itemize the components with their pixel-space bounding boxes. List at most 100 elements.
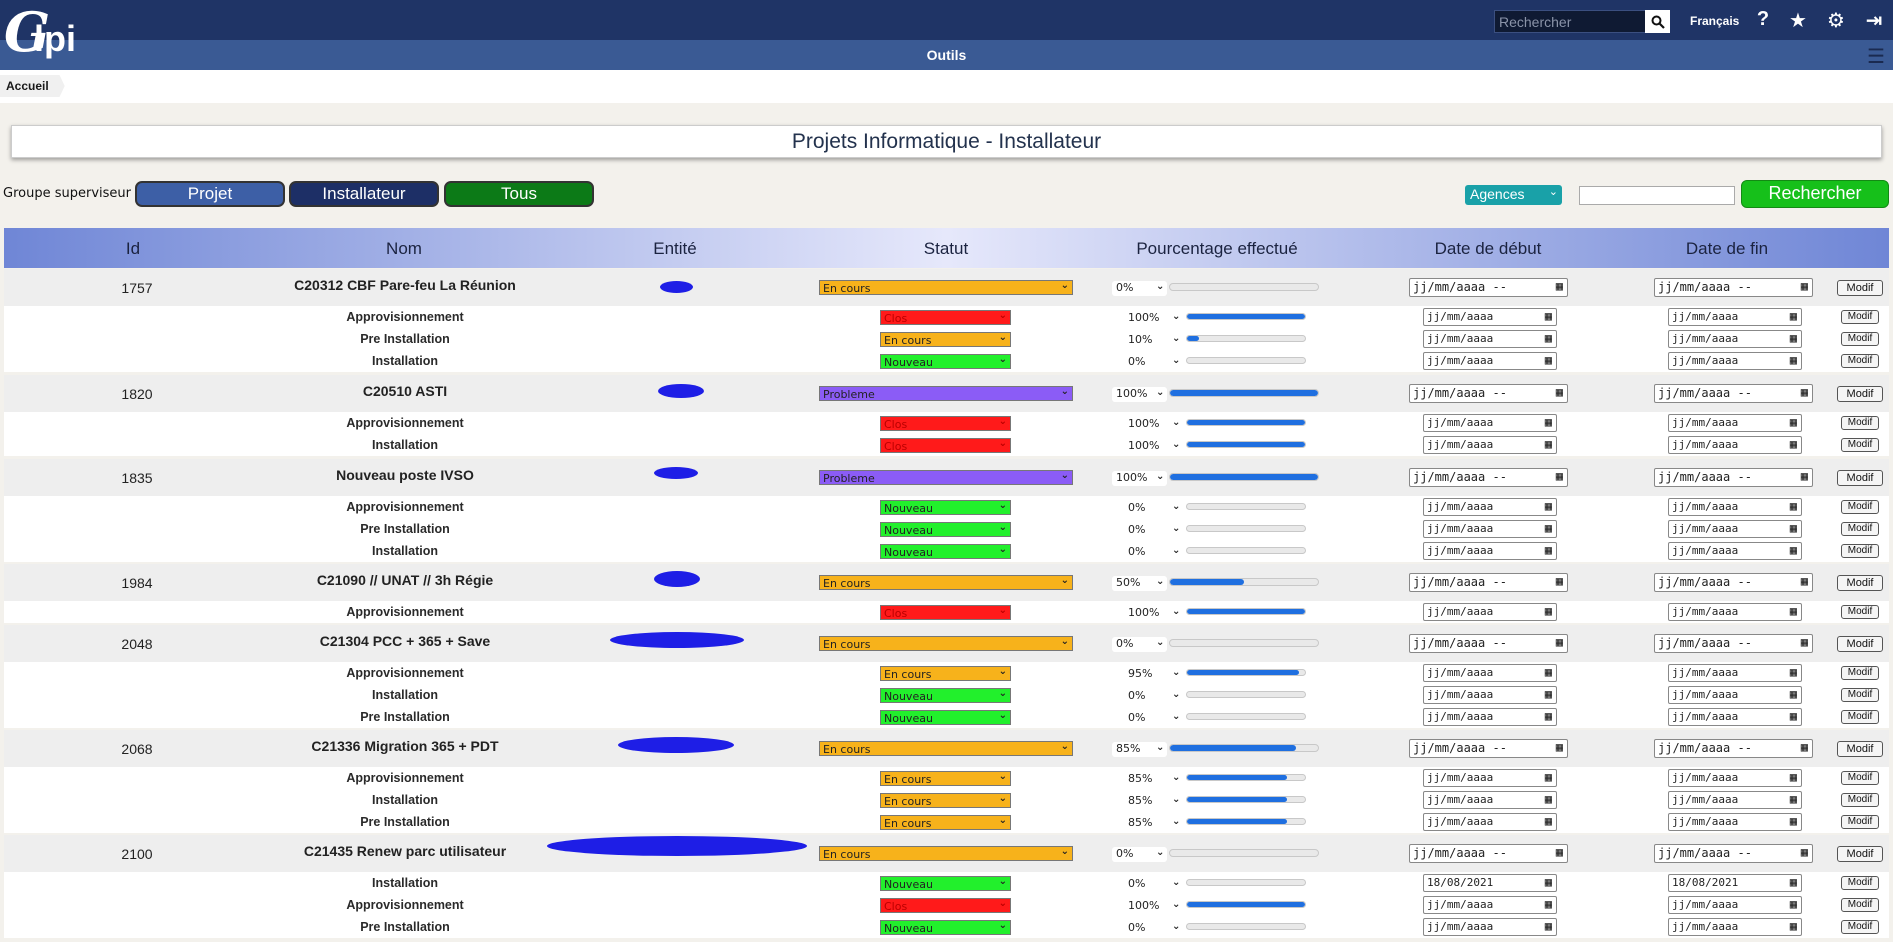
status-select[interactable]: Clos ⌄ — [880, 605, 1011, 620]
status-select[interactable]: Nouveau ⌄ — [880, 710, 1011, 725]
percent-select[interactable]: 100% ⌄ — [1128, 899, 1180, 912]
hamburger-icon[interactable]: ☰ — [1867, 44, 1885, 69]
calendar-icon[interactable]: ▦ — [1545, 665, 1552, 679]
percent-select[interactable]: 0% ⌄ — [1128, 545, 1180, 558]
calendar-icon[interactable]: ▦ — [1545, 897, 1552, 911]
calendar-icon[interactable]: ▦ — [1801, 635, 1808, 649]
date-debut-input[interactable]: 18/08/2021 ▦ — [1423, 874, 1557, 892]
rechercher-button[interactable]: Rechercher — [1741, 180, 1889, 208]
calendar-icon[interactable]: ▦ — [1790, 875, 1797, 889]
task-modif-button[interactable]: Modif — [1841, 876, 1879, 890]
status-select[interactable]: Nouveau ⌄ — [880, 920, 1011, 935]
date-debut-input[interactable]: jj/mm/aaaa ▦ — [1423, 896, 1557, 914]
date-fin-input[interactable]: jj/mm/aaaa ▦ — [1668, 708, 1802, 726]
date-debut-input[interactable]: jj/mm/aaaa -- ▦ — [1409, 573, 1568, 592]
group-button-tous[interactable]: Tous — [444, 181, 594, 207]
date-debut-input[interactable]: jj/mm/aaaa -- ▦ — [1409, 468, 1568, 487]
modif-button[interactable]: Modif — [1837, 470, 1883, 486]
calendar-icon[interactable]: ▦ — [1790, 437, 1797, 451]
agences-search-input[interactable] — [1579, 186, 1735, 205]
calendar-icon[interactable]: ▦ — [1790, 499, 1797, 513]
date-debut-input[interactable]: jj/mm/aaaa ▦ — [1423, 664, 1557, 682]
calendar-icon[interactable]: ▦ — [1545, 875, 1552, 889]
date-debut-input[interactable]: jj/mm/aaaa ▦ — [1423, 813, 1557, 831]
status-select[interactable]: En cours ⌄ — [819, 280, 1073, 295]
status-select[interactable]: Nouveau ⌄ — [880, 688, 1011, 703]
status-select[interactable]: Probleme ⌄ — [819, 470, 1073, 485]
percent-select[interactable]: 100% ⌄ — [1112, 387, 1167, 402]
calendar-icon[interactable]: ▦ — [1790, 353, 1797, 367]
date-debut-input[interactable]: jj/mm/aaaa -- ▦ — [1409, 384, 1568, 403]
percent-select[interactable]: 100% ⌄ — [1128, 311, 1180, 324]
date-debut-input[interactable]: jj/mm/aaaa ▦ — [1423, 791, 1557, 809]
calendar-icon[interactable]: ▦ — [1790, 665, 1797, 679]
date-debut-input[interactable]: jj/mm/aaaa ▦ — [1423, 769, 1557, 787]
calendar-icon[interactable]: ▦ — [1790, 331, 1797, 345]
calendar-icon[interactable]: ▦ — [1545, 415, 1552, 429]
calendar-icon[interactable]: ▦ — [1545, 770, 1552, 784]
task-modif-button[interactable]: Modif — [1841, 500, 1879, 514]
percent-select[interactable]: 0% ⌄ — [1128, 501, 1180, 514]
status-select[interactable]: En cours ⌄ — [819, 846, 1073, 861]
calendar-icon[interactable]: ▦ — [1790, 770, 1797, 784]
date-debut-input[interactable]: jj/mm/aaaa -- ▦ — [1409, 278, 1568, 297]
status-select[interactable]: Clos ⌄ — [880, 438, 1011, 453]
group-button-installateur[interactable]: Installateur — [289, 181, 439, 207]
task-modif-button[interactable]: Modif — [1841, 544, 1879, 558]
date-debut-input[interactable]: jj/mm/aaaa ▦ — [1423, 520, 1557, 538]
percent-select[interactable]: 85% ⌄ — [1128, 794, 1180, 807]
date-debut-input[interactable]: jj/mm/aaaa ▦ — [1423, 686, 1557, 704]
status-select[interactable]: En cours ⌄ — [819, 636, 1073, 651]
status-select[interactable]: En cours ⌄ — [880, 815, 1011, 830]
date-debut-input[interactable]: jj/mm/aaaa ▦ — [1423, 498, 1557, 516]
status-select[interactable]: Probleme ⌄ — [819, 386, 1073, 401]
date-fin-input[interactable]: jj/mm/aaaa ▦ — [1668, 791, 1802, 809]
calendar-icon[interactable]: ▦ — [1790, 897, 1797, 911]
date-debut-input[interactable]: jj/mm/aaaa ▦ — [1423, 708, 1557, 726]
date-fin-input[interactable]: jj/mm/aaaa ▦ — [1668, 918, 1802, 936]
calendar-icon[interactable]: ▦ — [1545, 709, 1552, 723]
date-debut-input[interactable]: jj/mm/aaaa ▦ — [1423, 308, 1557, 326]
date-fin-input[interactable]: jj/mm/aaaa -- ▦ — [1654, 634, 1813, 653]
calendar-icon[interactable]: ▦ — [1790, 814, 1797, 828]
calendar-icon[interactable]: ▦ — [1790, 309, 1797, 323]
status-select[interactable]: En cours ⌄ — [880, 793, 1011, 808]
calendar-icon[interactable]: ▦ — [1545, 814, 1552, 828]
percent-select[interactable]: 0% ⌄ — [1128, 921, 1180, 934]
date-fin-input[interactable]: jj/mm/aaaa ▦ — [1668, 896, 1802, 914]
percent-select[interactable]: 95% ⌄ — [1128, 667, 1180, 680]
task-modif-button[interactable]: Modif — [1841, 920, 1879, 934]
date-fin-input[interactable]: jj/mm/aaaa ▦ — [1668, 520, 1802, 538]
task-modif-button[interactable]: Modif — [1841, 438, 1879, 452]
calendar-icon[interactable]: ▦ — [1556, 574, 1563, 588]
percent-select[interactable]: 100% ⌄ — [1112, 471, 1167, 486]
date-fin-input[interactable]: jj/mm/aaaa ▦ — [1668, 603, 1802, 621]
task-modif-button[interactable]: Modif — [1841, 354, 1879, 368]
task-modif-button[interactable]: Modif — [1841, 898, 1879, 912]
date-fin-input[interactable]: jj/mm/aaaa ▦ — [1668, 308, 1802, 326]
calendar-icon[interactable]: ▦ — [1790, 709, 1797, 723]
status-select[interactable]: Clos ⌄ — [880, 310, 1011, 325]
glpi-logo[interactable]: Glpi — [4, 0, 104, 64]
date-debut-input[interactable]: jj/mm/aaaa ▦ — [1423, 918, 1557, 936]
task-modif-button[interactable]: Modif — [1841, 771, 1879, 785]
calendar-icon[interactable]: ▦ — [1790, 543, 1797, 557]
calendar-icon[interactable]: ▦ — [1545, 521, 1552, 535]
date-debut-input[interactable]: jj/mm/aaaa ▦ — [1423, 436, 1557, 454]
date-fin-input[interactable]: jj/mm/aaaa ▦ — [1668, 664, 1802, 682]
percent-select[interactable]: 10% ⌄ — [1128, 333, 1180, 346]
task-modif-button[interactable]: Modif — [1841, 310, 1879, 324]
task-modif-button[interactable]: Modif — [1841, 793, 1879, 807]
date-fin-input[interactable]: jj/mm/aaaa -- ▦ — [1654, 739, 1813, 758]
percent-select[interactable]: 50% ⌄ — [1112, 576, 1167, 591]
date-fin-input[interactable]: jj/mm/aaaa ▦ — [1668, 352, 1802, 370]
task-modif-button[interactable]: Modif — [1841, 332, 1879, 346]
modif-button[interactable]: Modif — [1837, 846, 1883, 862]
date-debut-input[interactable]: jj/mm/aaaa -- ▦ — [1409, 739, 1568, 758]
percent-select[interactable]: 0% ⌄ — [1128, 689, 1180, 702]
status-select[interactable]: En cours ⌄ — [880, 666, 1011, 681]
status-select[interactable]: En cours ⌄ — [819, 575, 1073, 590]
status-select[interactable]: En cours ⌄ — [880, 332, 1011, 347]
calendar-icon[interactable]: ▦ — [1801, 279, 1808, 293]
date-debut-input[interactable]: jj/mm/aaaa ▦ — [1423, 414, 1557, 432]
